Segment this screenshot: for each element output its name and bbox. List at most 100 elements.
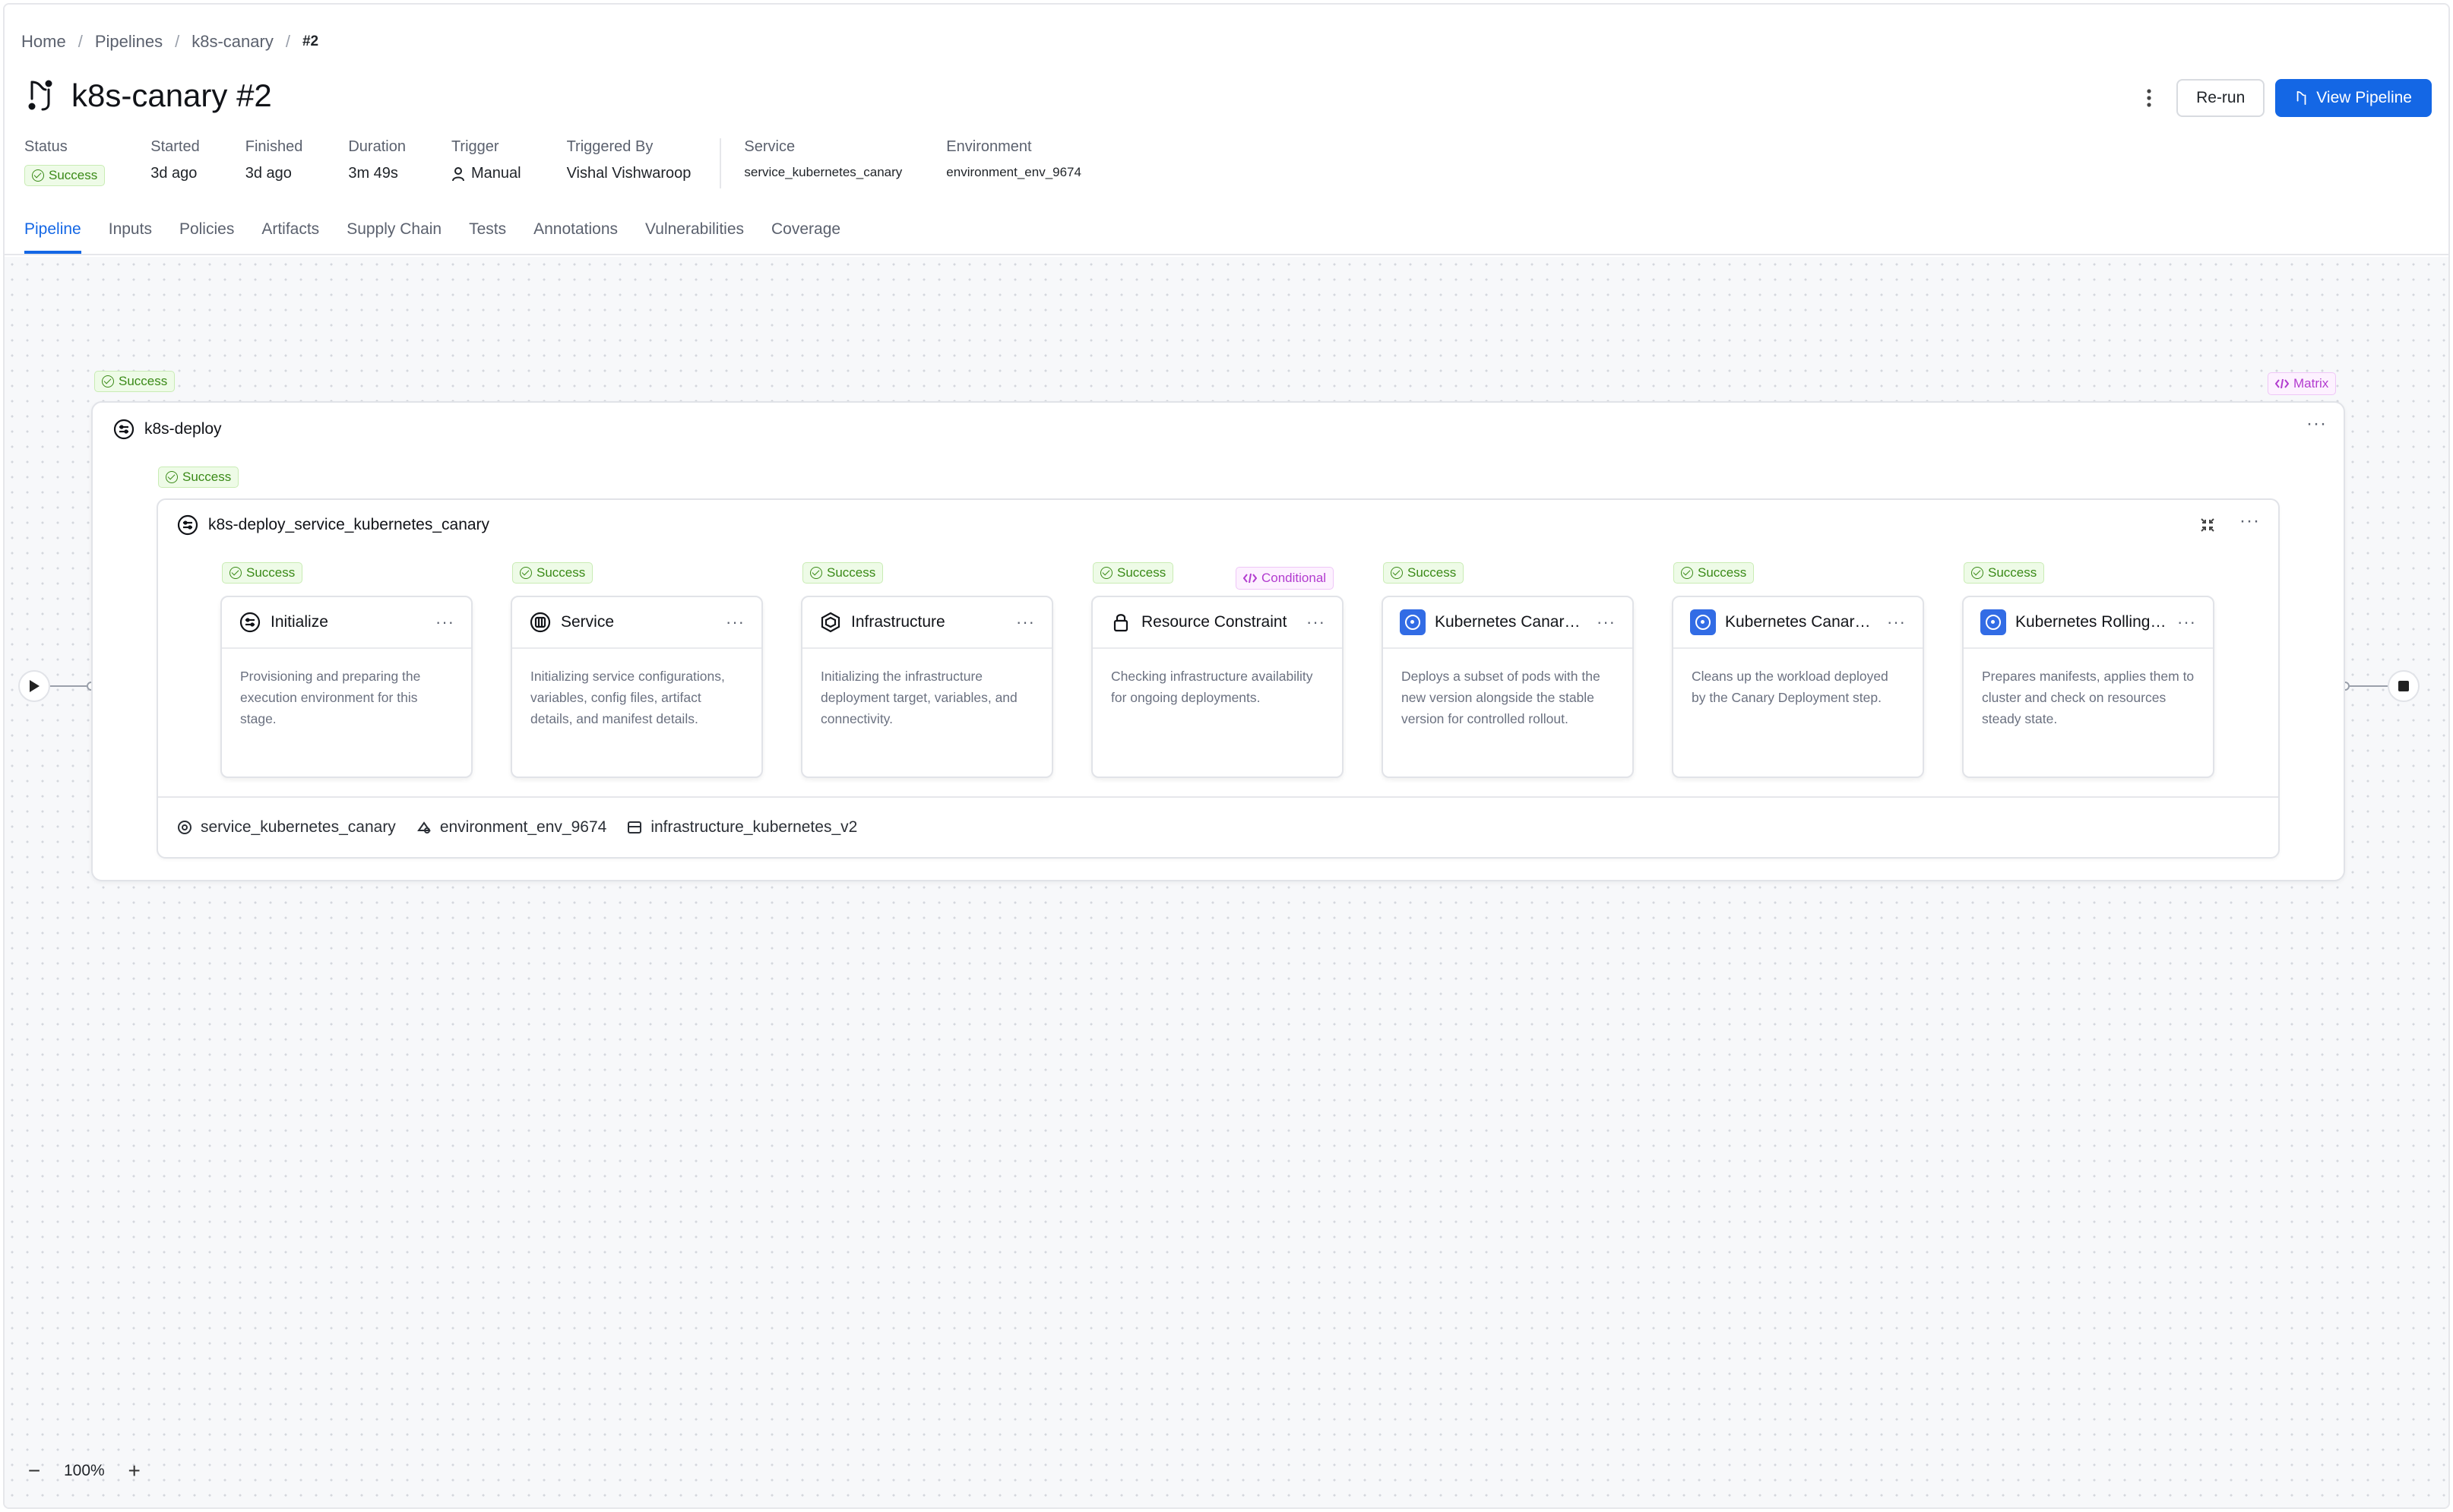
footer-infrastructure[interactable]: infrastructure_kubernetes_v2 [626, 818, 857, 837]
step-status-badge: Success [1964, 562, 2045, 584]
step-more-button[interactable]: ··· [1306, 612, 1325, 632]
step-description: Prepares manifests, applies them to clus… [1982, 669, 2195, 726]
status-text: Success [827, 565, 876, 580]
stage-more-button[interactable]: ··· [2306, 413, 2327, 435]
zoom-level: 100% [64, 1462, 105, 1479]
inner-stage-title: k8s-deploy_service_kubernetes_canary [176, 514, 489, 536]
step-header: Kubernetes Canary Deployment ··· [1383, 597, 1632, 649]
kubernetes-icon [1690, 609, 1716, 635]
check-circle-icon [1971, 567, 1983, 579]
step-header: Infrastructure ··· [802, 597, 1052, 649]
step-description: Cleans up the workload deployed by the C… [1692, 669, 1888, 705]
step-description: Checking infrastructure availability for… [1111, 669, 1313, 705]
step-status-badge: Success [802, 562, 884, 584]
step-status-badge: Success [512, 562, 593, 584]
step-more-button[interactable]: ··· [1887, 612, 1906, 632]
step-header: Initialize ··· [222, 597, 471, 649]
matrix-tag: Matrix [2268, 372, 2337, 395]
step-header: Kubernetes Rolling Deployment ··· [1964, 597, 2213, 649]
footer-service-text: service_kubernetes_canary [201, 818, 396, 836]
step-more-button[interactable]: ··· [1016, 612, 1035, 632]
step-name: Resource Constraint [1141, 613, 1287, 631]
code-icon [2275, 378, 2289, 389]
check-circle-icon [1391, 567, 1403, 579]
stage-status-badge: Success [94, 371, 176, 392]
check-circle-icon [166, 471, 178, 483]
status-text: Success [1698, 565, 1747, 580]
step-card-service[interactable]: Service ··· Initializing service configu… [511, 596, 763, 778]
stage-name: k8s-deploy [144, 420, 222, 438]
step-card-infrastructure[interactable]: Infrastructure ··· Initializing the infr… [801, 596, 1053, 778]
step-name: Initialize [271, 613, 328, 631]
step-header: Service ··· [512, 597, 761, 649]
inner-stage-more-button[interactable]: ··· [2239, 511, 2260, 532]
step-card-k8s-canary-delete[interactable]: Kubernetes Canary Delete ··· Cleans up t… [1672, 596, 1924, 778]
stage-icon [113, 419, 135, 440]
infrastructure-icon [628, 821, 642, 833]
environment-icon [416, 821, 431, 833]
step-more-button[interactable]: ··· [1597, 612, 1616, 632]
status-text: Success [182, 470, 232, 484]
check-circle-icon [102, 375, 114, 387]
status-text: Success [246, 565, 296, 580]
inner-status-badge: Success [158, 467, 239, 488]
step-description: Provisioning and preparing the execution… [240, 669, 421, 726]
step-card-resource-constraint[interactable]: Resource Constraint ··· Checking infrast… [1091, 596, 1344, 778]
step-status-badge: Success [1093, 562, 1174, 584]
step-more-button[interactable]: ··· [726, 612, 745, 632]
step-description: Initializing the infrastructure deployme… [821, 669, 1018, 726]
step-header: Kubernetes Canary Delete ··· [1673, 597, 1923, 649]
zoom-controls: − 100% + [23, 1459, 146, 1483]
zoom-out-button[interactable]: − [23, 1459, 46, 1483]
pipeline-start-node[interactable] [18, 670, 50, 702]
status-text: Success [119, 374, 168, 388]
step-name: Kubernetes Rolling Deployment [2015, 613, 2168, 631]
step-description: Initializing service configurations, var… [530, 669, 725, 726]
code-icon [1243, 573, 1257, 584]
step-name: Kubernetes Canary Delete [1725, 613, 1879, 631]
play-icon [30, 680, 40, 692]
conditional-tag: Conditional [1236, 567, 1334, 590]
kubernetes-icon [1400, 609, 1426, 635]
inner-stage-footer: service_kubernetes_canary environment_en… [158, 796, 2278, 857]
step-status-badge: Success [1673, 562, 1755, 584]
app-frame: Home / Pipelines / k8s-canary / #2 k8s-c… [3, 3, 2450, 1509]
footer-environment[interactable]: environment_env_9674 [416, 818, 607, 837]
footer-infrastructure-text: infrastructure_kubernetes_v2 [650, 818, 858, 836]
status-text: Success [1117, 565, 1166, 580]
stage-icon [239, 612, 261, 633]
step-name: Service [561, 613, 615, 631]
step-description: Deploys a subset of pods with the new ve… [1401, 669, 1600, 726]
stage-icon [177, 514, 198, 536]
matrix-text: Matrix [2293, 376, 2329, 391]
collapse-icon[interactable] [2199, 517, 2216, 533]
zoom-in-button[interactable]: + [123, 1459, 146, 1483]
check-circle-icon [520, 567, 532, 579]
conditional-text: Conditional [1261, 571, 1327, 585]
footer-service[interactable]: service_kubernetes_canary [176, 818, 396, 837]
service-icon [530, 612, 551, 633]
pipeline-end-node[interactable] [2388, 670, 2420, 702]
lock-icon [1113, 614, 1128, 632]
step-name: Kubernetes Canary Deployment [1435, 613, 1588, 631]
step-card-k8s-canary-deploy[interactable]: Kubernetes Canary Deployment ··· Deploys… [1382, 596, 1634, 778]
step-name: Infrastructure [851, 613, 945, 631]
stop-icon [2398, 681, 2409, 691]
check-circle-icon [1681, 567, 1693, 579]
status-text: Success [536, 565, 586, 580]
step-header: Resource Constraint ··· [1093, 597, 1342, 649]
step-more-button[interactable]: ··· [435, 612, 454, 632]
status-text: Success [1988, 565, 2037, 580]
kubernetes-icon [1980, 609, 2006, 635]
infrastructure-icon [821, 612, 840, 633]
step-more-button[interactable]: ··· [2177, 612, 2196, 632]
check-circle-icon [1100, 567, 1113, 579]
status-text: Success [1407, 565, 1457, 580]
step-status-badge: Success [1383, 562, 1464, 584]
check-circle-icon [810, 567, 822, 579]
step-card-k8s-rolling[interactable]: Kubernetes Rolling Deployment ··· Prepar… [1962, 596, 2214, 778]
service-icon [178, 821, 191, 834]
step-card-initialize[interactable]: Initialize ··· Provisioning and preparin… [220, 596, 473, 778]
check-circle-icon [229, 567, 242, 579]
footer-environment-text: environment_env_9674 [439, 818, 607, 836]
